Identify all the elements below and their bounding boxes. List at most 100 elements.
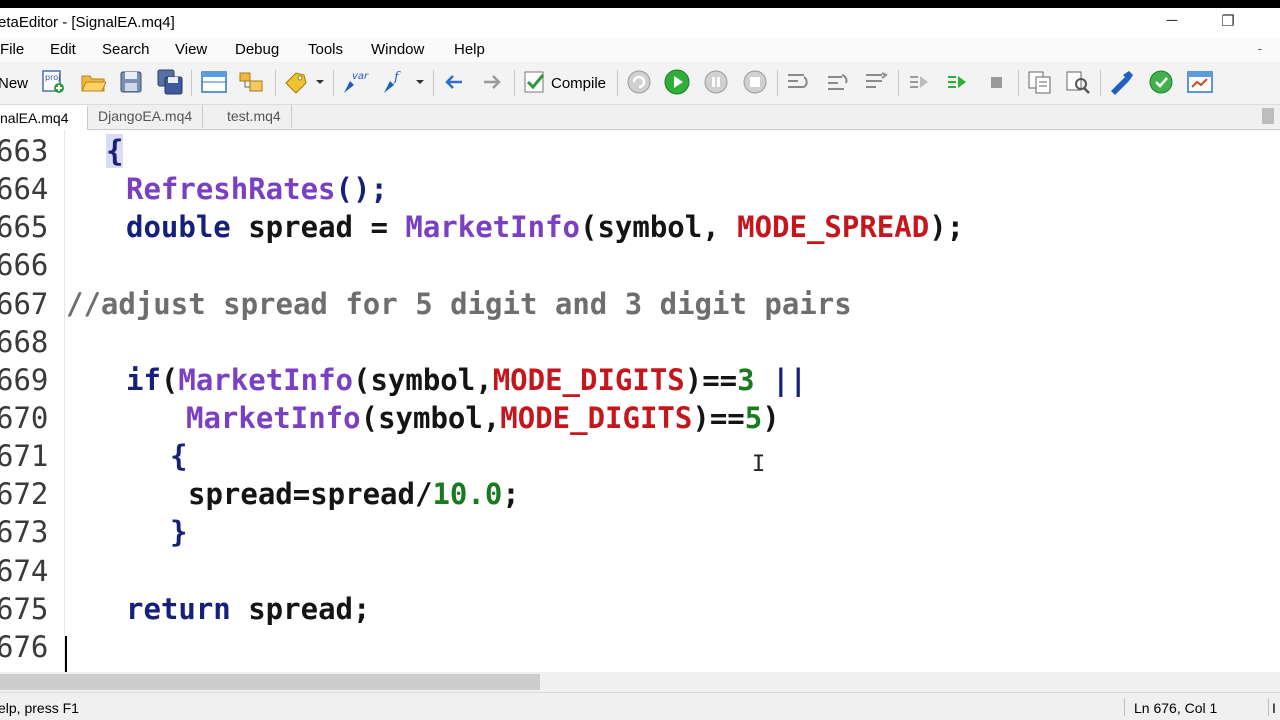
keyword: if	[126, 363, 161, 397]
play-icon[interactable]	[664, 69, 690, 95]
mql5-community-icon[interactable]	[1108, 69, 1136, 95]
svg-text:proj: proj	[45, 73, 60, 82]
profiling-start-icon[interactable]	[906, 69, 932, 95]
tab-djangoea[interactable]: DjangoEA.mq4	[88, 105, 204, 128]
line-number: 671	[0, 439, 49, 473]
new-project-icon[interactable]: proj	[40, 69, 66, 95]
toolbar-separator	[1100, 70, 1101, 96]
close-brace: }	[170, 515, 188, 549]
toolbar-separator	[191, 70, 192, 96]
line-number: 666	[0, 248, 49, 282]
step-out-icon[interactable]	[862, 69, 890, 95]
constant: MODE_DIGITS	[492, 363, 685, 397]
terminal-icon[interactable]	[1186, 69, 1214, 95]
status-help-text: elp, press F1	[0, 700, 79, 716]
insert-function-icon[interactable]: f	[380, 69, 410, 95]
status-extra: I	[1272, 700, 1276, 716]
insert-variable-icon[interactable]: var	[340, 69, 370, 95]
profiling-play-icon[interactable]	[944, 69, 970, 95]
menu-debug[interactable]: Debug	[235, 41, 279, 58]
code-line-663: {	[106, 134, 124, 168]
open-brace: {	[170, 439, 188, 473]
tab-test[interactable]: test.mq4	[217, 105, 292, 128]
code-line-665: double spread = MarketInfo(symbol, MODE_…	[126, 210, 964, 244]
back-arrow-icon[interactable]	[442, 69, 466, 95]
code-editor[interactable]: 663 664 665 666 667 668 669 670 671 672 …	[0, 130, 1280, 672]
tab-label: nalEA.mq4	[0, 110, 69, 126]
text-caret	[65, 636, 67, 672]
cursor-position: Ln 676, Col 1	[1134, 700, 1218, 716]
number: 10.0	[432, 477, 503, 511]
line-number: 675	[0, 592, 49, 626]
styler-icon[interactable]	[238, 69, 266, 95]
forward-arrow-icon[interactable]	[480, 69, 504, 95]
tab-signalea[interactable]: nalEA.mq4	[0, 105, 88, 131]
profiling-stop-icon[interactable]	[984, 69, 1010, 95]
code-punct: );	[929, 210, 965, 244]
code-punct: )	[762, 401, 780, 435]
line-number: 670	[0, 401, 49, 435]
menu-edit[interactable]: Edit	[50, 41, 76, 58]
find-in-files-icon[interactable]	[1064, 69, 1092, 95]
function-name: MarketInfo	[186, 401, 361, 435]
pause-icon[interactable]	[703, 69, 729, 95]
code-line-669: if(MarketInfo(symbol,MODE_DIGITS)==3 ||	[126, 363, 807, 397]
compile-check-icon	[522, 69, 548, 95]
gutter-divider	[64, 130, 65, 672]
bookmarks-icon[interactable]	[282, 69, 310, 95]
code-line-664: RefreshRates();	[126, 172, 388, 206]
line-number: 674	[0, 554, 49, 588]
menu-view[interactable]: View	[175, 41, 207, 58]
function-name: MarketInfo	[178, 363, 353, 397]
tab-scroll-indicator[interactable]	[1262, 108, 1274, 124]
code-punct: ();	[335, 172, 388, 206]
menu-window[interactable]: Window	[371, 41, 424, 58]
code-text: spread=spread/	[188, 477, 433, 511]
metaeditor-window: etaEditor - [SignalEA.mq4] ─ ❐ File Edit…	[0, 8, 1280, 720]
horizontal-scrollbar[interactable]	[0, 672, 1280, 692]
step-over-icon[interactable]	[824, 69, 852, 95]
marketplace-icon[interactable]	[1148, 69, 1176, 95]
restore-button[interactable]: ❐	[1218, 12, 1238, 32]
toolbar-separator	[617, 70, 618, 96]
toolbar: New proj var f Compile	[0, 62, 1280, 105]
function-name: RefreshRates	[126, 172, 336, 206]
code-punct: )==	[684, 363, 738, 397]
chevron-down-icon[interactable]	[314, 69, 326, 95]
save-icon[interactable]	[118, 69, 144, 95]
document-tabs: nalEA.mq4 DjangoEA.mq4 test.mq4	[0, 105, 1280, 131]
menu-help[interactable]: Help	[454, 41, 485, 58]
toolbar-separator	[1018, 70, 1019, 96]
line-number: 676	[0, 630, 49, 664]
scrollbar-thumb[interactable]	[0, 674, 540, 690]
menu-file[interactable]: File	[0, 41, 24, 58]
menu-bar: File Edit Search View Debug Tools Window…	[0, 38, 1280, 62]
tab-label: test.mq4	[227, 108, 281, 124]
copy-document-icon[interactable]	[1026, 69, 1054, 95]
minimize-button[interactable]: ─	[1162, 12, 1182, 32]
line-number: 672	[0, 477, 49, 511]
toolbar-separator	[275, 70, 276, 96]
line-number: 663	[0, 134, 49, 168]
step-into-icon[interactable]	[784, 69, 812, 95]
code-line-672: spread=spread/10.0;	[188, 477, 520, 511]
open-folder-icon[interactable]	[80, 69, 106, 95]
chevron-down-icon[interactable]	[414, 69, 426, 95]
constant: MODE_SPREAD	[737, 210, 930, 244]
toolbar-separator	[433, 70, 434, 96]
toolbar-separator	[514, 70, 515, 96]
line-number: 669	[0, 363, 49, 397]
save-all-icon[interactable]	[156, 69, 184, 95]
stop-icon[interactable]	[742, 69, 768, 95]
line-number: 668	[0, 325, 49, 359]
menu-search[interactable]: Search	[102, 41, 150, 58]
navigator-icon[interactable]	[200, 69, 228, 95]
new-button[interactable]: New	[0, 75, 28, 92]
line-number: 665	[0, 210, 49, 244]
menu-tools[interactable]: Tools	[308, 41, 343, 58]
start-real-data-icon[interactable]	[626, 69, 652, 95]
mdi-restore-button[interactable]: -	[1258, 41, 1262, 56]
compile-button[interactable]: Compile	[551, 75, 606, 92]
code-comment: //adjust spread for 5 digit and 3 digit …	[66, 287, 852, 321]
constant: MODE_DIGITS	[500, 401, 693, 435]
